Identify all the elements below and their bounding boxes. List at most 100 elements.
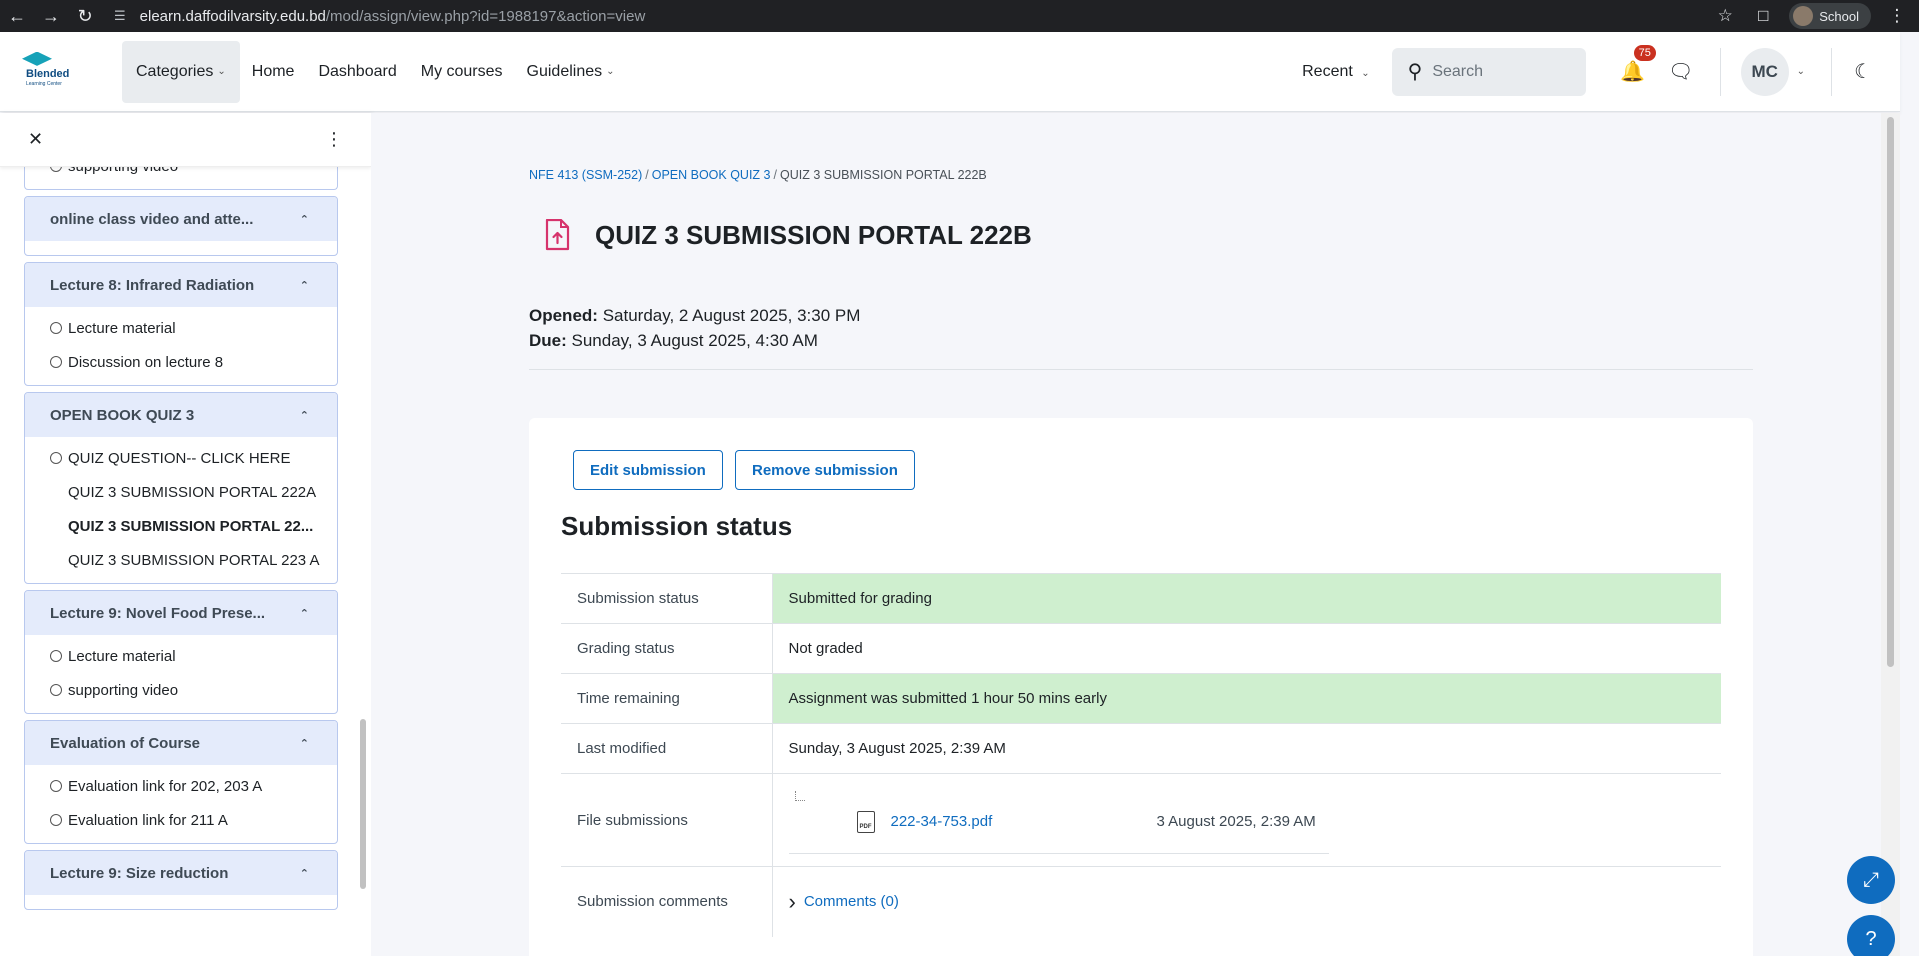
course-section: Lecture 9: Size reduction ⌃ [24, 850, 338, 910]
file-submissions-cell: PDF 222-34-753.pdf 3 August 2025, 2:39 A… [772, 773, 1721, 867]
section-header[interactable]: Lecture 9: Novel Food Prese... ⌃ [25, 591, 337, 635]
section-items: Evaluation link for 202, 203 A Evaluation… [25, 765, 337, 843]
drawer-options-icon[interactable]: ⋮ [325, 129, 343, 150]
notification-badge: 75 [1633, 45, 1656, 61]
nav-home-label: Home [251, 62, 295, 80]
section-header[interactable]: Lecture 9: Size reduction ⌃ [25, 851, 337, 895]
search-input[interactable]: ⚲ Search [1391, 47, 1586, 96]
breadcrumb: NFE 413 (SSM-252) / OPEN BOOK QUIZ 3/QUIZ … [529, 168, 987, 182]
chevron-up-icon[interactable]: ⌃ [300, 607, 309, 620]
row-label: Time remaining [561, 673, 773, 724]
breadcrumb-section-link[interactable]: OPEN BOOK QUIZ 3 [652, 168, 771, 182]
section-header[interactable]: OPEN BOOK QUIZ 3 ⌃ [25, 393, 337, 437]
bookmark-star-icon[interactable]: ☆ [1713, 6, 1737, 26]
section-header[interactable]: Evaluation of Course ⌃ [25, 721, 337, 765]
sidebar-item[interactable]: Lecture material [25, 311, 337, 345]
logo-subtext: Learning Center [26, 80, 62, 87]
close-drawer-icon[interactable]: ✕ [28, 129, 43, 150]
help-button[interactable]: ? [1847, 915, 1895, 956]
sidebar-item[interactable]: Discussion on lecture 8 [25, 345, 337, 379]
forward-icon[interactable]: → [34, 0, 68, 32]
site-logo[interactable]: Blended Learning Center [18, 50, 80, 94]
breadcrumb-course-link[interactable]: NFE 413 (SSM-252) [529, 168, 642, 182]
page-scrollbar[interactable] [1881, 113, 1900, 956]
profile-picture [1793, 6, 1814, 26]
table-row: Last modified Sunday, 3 August 2025, 2:3… [561, 723, 1721, 774]
sidebar-item-label: supporting video [68, 681, 179, 699]
expand-icon: ⤢ [1863, 868, 1879, 891]
back-icon[interactable]: ← [0, 0, 34, 32]
nav-guidelines[interactable]: Guidelines ⌄ [515, 41, 627, 103]
sidebar-item[interactable]: Evaluation link for 202, 203 A [25, 769, 337, 803]
sidebar-item-label: supporting video [68, 167, 178, 175]
chevron-right-icon: › [788, 888, 796, 914]
completion-circle-icon [50, 167, 62, 172]
reload-icon[interactable]: ↻ [68, 0, 102, 32]
course-sections: supporting video online class video and a… [24, 167, 338, 916]
chevron-up-icon[interactable]: ⌃ [300, 737, 309, 750]
url-path: /mod/assign/view.php?id=1988197&action=v… [325, 7, 646, 25]
course-index-drawer: ✕ ⋮ supporting video online class video a… [0, 113, 371, 956]
remove-submission-button[interactable]: Remove submission [735, 450, 915, 490]
search-placeholder: Search [1432, 62, 1484, 80]
chevron-down-icon: ⌄ [606, 66, 615, 77]
file-link[interactable]: 222-34-753.pdf [891, 813, 993, 830]
url-domain: elearn.daffodilvarsity.edu.bd [139, 7, 326, 25]
user-menu[interactable]: MC ⌄ [1740, 47, 1806, 96]
course-section: Evaluation of Course ⌃ Evaluation link for… [24, 720, 338, 844]
section-title: OPEN BOOK QUIZ 3 [50, 406, 195, 424]
section-items: Lecture material supporting video [25, 635, 337, 713]
site-info-icon[interactable]: ☰ [114, 8, 126, 24]
address-bar[interactable]: ☰ elearn.daffodilvarsity.edu.bd/mod/assi… [114, 0, 645, 32]
course-section: Lecture 8: Infrared Radiation ⌃ Lecture ma… [24, 262, 338, 386]
chevron-up-icon[interactable]: ⌃ [300, 279, 309, 292]
page-scroll-thumb[interactable] [1887, 117, 1894, 667]
sidebar-item[interactable]: QUIZ 3 SUBMISSION PORTAL 222A [25, 475, 337, 509]
section-items: Lecture material Discussion on lecture 8 [25, 307, 337, 385]
sidebar-item[interactable]: QUIZ 3 SUBMISSION PORTAL 223 A [25, 543, 337, 577]
nav-home[interactable]: Home [240, 41, 307, 103]
dark-mode-toggle[interactable]: ☾ [1854, 59, 1872, 84]
sidebar-item[interactable]: Evaluation link for 211 A [25, 803, 337, 837]
due-date: Due: Sunday, 3 August 2025, 4:30 AM [529, 328, 860, 353]
nav-categories[interactable]: Categories ⌄ [122, 40, 240, 103]
comments-link[interactable]: Comments (0) [804, 893, 899, 910]
extensions-icon[interactable]: □ [1751, 6, 1775, 26]
sidebar-item[interactable]: Lecture material [25, 639, 337, 673]
drawer-scroll-thumb[interactable] [360, 719, 366, 889]
messages-button[interactable]: 🗨 [1668, 59, 1694, 84]
submission-status-value: Submitted for grading [772, 573, 1721, 624]
nav-my-courses[interactable]: My courses [409, 41, 515, 103]
sidebar-item-label: QUIZ QUESTION-- CLICK HERE [68, 449, 291, 467]
row-label: Last modified [561, 723, 773, 774]
avatar: MC [1740, 47, 1789, 96]
sidebar-item[interactable]: supporting video [25, 673, 337, 707]
chevron-up-icon[interactable]: ⌃ [300, 213, 309, 226]
breadcrumb-current: QUIZ 3 SUBMISSION PORTAL 222B [779, 168, 987, 182]
sidebar-item[interactable]: QUIZ QUESTION-- CLICK HERE [25, 441, 337, 475]
chevron-up-icon[interactable]: ⌃ [300, 867, 309, 880]
profile-chip[interactable]: School [1789, 3, 1871, 29]
browser-menu-icon[interactable]: ⋮ [1885, 6, 1909, 26]
chevron-up-icon[interactable]: ⌃ [300, 409, 309, 422]
nav-dashboard[interactable]: Dashboard [306, 41, 408, 103]
due-label: Due: [529, 331, 567, 350]
recent-menu[interactable]: Recent ⌄ [1302, 63, 1370, 81]
chevron-down-icon: ⌄ [1796, 66, 1806, 77]
nav-my-courses-label: My courses [420, 62, 503, 80]
search-icon: ⚲ [1407, 61, 1423, 83]
drawer-scrollbar[interactable] [360, 169, 366, 889]
sidebar-item[interactable]: supporting video [25, 167, 337, 183]
comments-toggle[interactable]: › Comments (0) [789, 889, 1706, 915]
row-label: Submission status [561, 573, 773, 624]
expand-button[interactable]: ⤢ [1847, 856, 1895, 904]
edit-submission-button[interactable]: Edit submission [573, 450, 723, 490]
section-header[interactable]: Lecture 8: Infrared Radiation ⌃ [25, 263, 337, 307]
sidebar-item[interactable]: QUIZ 3 SUBMISSION PORTAL 22... [25, 509, 337, 543]
navbar-divider [1831, 47, 1833, 96]
sidebar-item-label: QUIZ 3 SUBMISSION PORTAL 223 A [68, 551, 320, 569]
notifications-button[interactable]: 🔔 75 [1620, 45, 1656, 84]
section-header[interactable]: online class video and atte... ⌃ [25, 197, 337, 241]
page-header: QUIZ 3 SUBMISSION PORTAL 222B [529, 217, 1032, 253]
chevron-down-icon: ⌄ [1361, 67, 1370, 79]
